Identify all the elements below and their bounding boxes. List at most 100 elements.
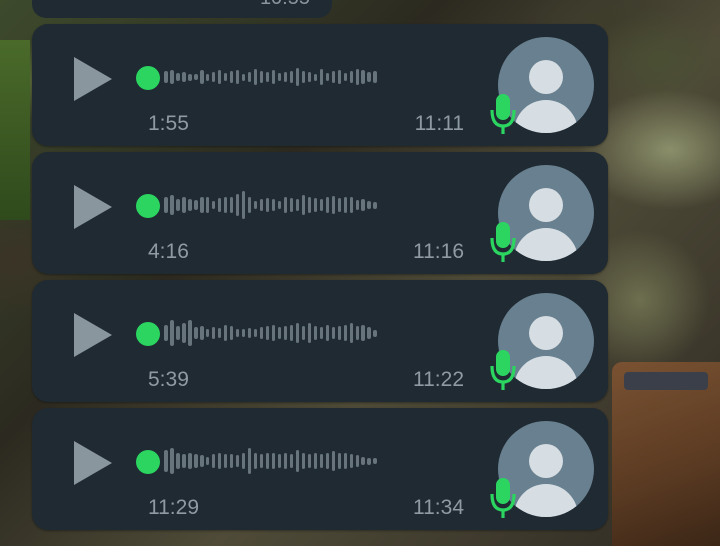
play-icon[interactable] <box>74 185 112 229</box>
waveform-bar <box>169 195 174 215</box>
message-time: 11:22 <box>413 368 464 391</box>
background-photo-strap <box>624 372 708 390</box>
waveform-bar <box>235 193 240 217</box>
waveform-bar <box>247 72 252 82</box>
avatar-body <box>514 356 578 389</box>
waveform-bar <box>265 326 270 340</box>
waveform-bar <box>307 323 312 343</box>
waveform-bar <box>205 73 210 81</box>
waveform-bar <box>164 324 168 342</box>
waveform-bar <box>337 452 342 470</box>
waveform[interactable] <box>164 54 460 100</box>
waveform-bar <box>289 198 294 212</box>
waveform-bar <box>367 327 372 339</box>
waveform-bar <box>235 70 240 84</box>
waveform-bar <box>373 458 378 464</box>
waveform-bar <box>247 328 252 338</box>
waveform-bar <box>295 67 300 87</box>
waveform-bar <box>367 72 372 82</box>
waveform-bar <box>217 70 222 84</box>
waveform-bar <box>337 326 342 340</box>
waveform-bar <box>199 70 204 84</box>
waveform-bar <box>355 200 360 210</box>
waveform-bar <box>283 72 288 82</box>
waveform-bar <box>301 71 306 83</box>
waveform-bar <box>349 454 354 468</box>
waveform-bar <box>187 320 192 346</box>
voice-message-bubble[interactable]: 1:55 11:11 <box>32 24 608 146</box>
microphone-icon <box>490 478 516 518</box>
message-time: 11:16 <box>413 240 464 263</box>
playback-position-dot[interactable] <box>136 66 160 90</box>
waveform-bar <box>277 454 282 468</box>
waveform-bar <box>205 456 210 466</box>
avatar-head <box>529 188 563 222</box>
waveform-bar <box>169 70 174 84</box>
waveform-bar <box>301 195 306 215</box>
waveform-bar <box>175 452 180 470</box>
waveform-bar <box>361 198 366 212</box>
waveform-bar <box>373 329 378 337</box>
voice-message-bubble[interactable]: 4:16 11:16 <box>32 152 608 274</box>
waveform[interactable] <box>164 310 460 356</box>
waveform-bar <box>265 72 270 82</box>
waveform-bar <box>277 72 282 82</box>
waveform-bar <box>217 452 222 470</box>
message-time: 11:34 <box>413 496 464 519</box>
waveform-bar <box>349 323 354 343</box>
waveform-bar <box>271 198 276 212</box>
waveform-bar <box>253 328 258 338</box>
voice-message-bubble[interactable]: 11:29 11:34 <box>32 408 608 530</box>
waveform-bar <box>313 73 318 81</box>
waveform-bar <box>253 68 258 86</box>
waveform-bar <box>187 73 192 81</box>
waveform-bar <box>361 324 366 342</box>
playback-position-dot[interactable] <box>136 450 160 474</box>
waveform-bar <box>229 454 234 468</box>
playback-position-dot[interactable] <box>136 194 160 218</box>
partial-message-time: 10:55 <box>260 0 310 10</box>
play-icon[interactable] <box>74 57 112 101</box>
avatar-head <box>529 444 563 478</box>
waveform-bar <box>289 454 294 468</box>
waveform-bar <box>325 197 330 213</box>
waveform-bar <box>199 326 204 340</box>
waveform[interactable] <box>164 182 460 228</box>
waveform-bar <box>241 73 246 81</box>
waveform-bar <box>265 198 270 212</box>
waveform-bar <box>319 327 324 339</box>
waveform-bar <box>343 72 348 82</box>
waveform-bar <box>181 454 186 468</box>
waveform-bar <box>253 452 258 470</box>
play-icon[interactable] <box>74 441 112 485</box>
waveform-bar <box>331 70 336 84</box>
waveform-bar <box>193 74 198 80</box>
waveform[interactable] <box>164 438 460 484</box>
waveform-bar <box>337 70 342 84</box>
waveform-bar <box>259 326 264 340</box>
waveform-bar <box>193 454 198 468</box>
waveform-bar <box>277 200 282 210</box>
waveform-bar <box>241 191 246 219</box>
waveform-bar <box>205 197 210 213</box>
waveform-bar <box>331 195 336 215</box>
voice-message-bubble[interactable]: 5:39 11:22 <box>32 280 608 402</box>
waveform-bar <box>164 196 168 214</box>
waveform-bar <box>247 448 252 474</box>
waveform-bar <box>265 452 270 470</box>
waveform-bar <box>367 457 372 465</box>
waveform-bar <box>223 196 228 214</box>
waveform-bar <box>325 452 330 470</box>
waveform-bar <box>175 326 180 340</box>
partial-message-bubble[interactable]: 10:55 <box>32 0 332 18</box>
avatar-body <box>514 228 578 261</box>
playback-position-dot[interactable] <box>136 322 160 346</box>
waveform-bar <box>349 70 354 84</box>
waveform-bar <box>295 323 300 343</box>
waveform-bar <box>181 323 186 343</box>
voice-duration: 1:55 <box>148 112 189 135</box>
play-icon[interactable] <box>74 313 112 357</box>
waveform-bar <box>355 326 360 340</box>
waveform-bar <box>223 454 228 468</box>
waveform-bar <box>295 199 300 211</box>
